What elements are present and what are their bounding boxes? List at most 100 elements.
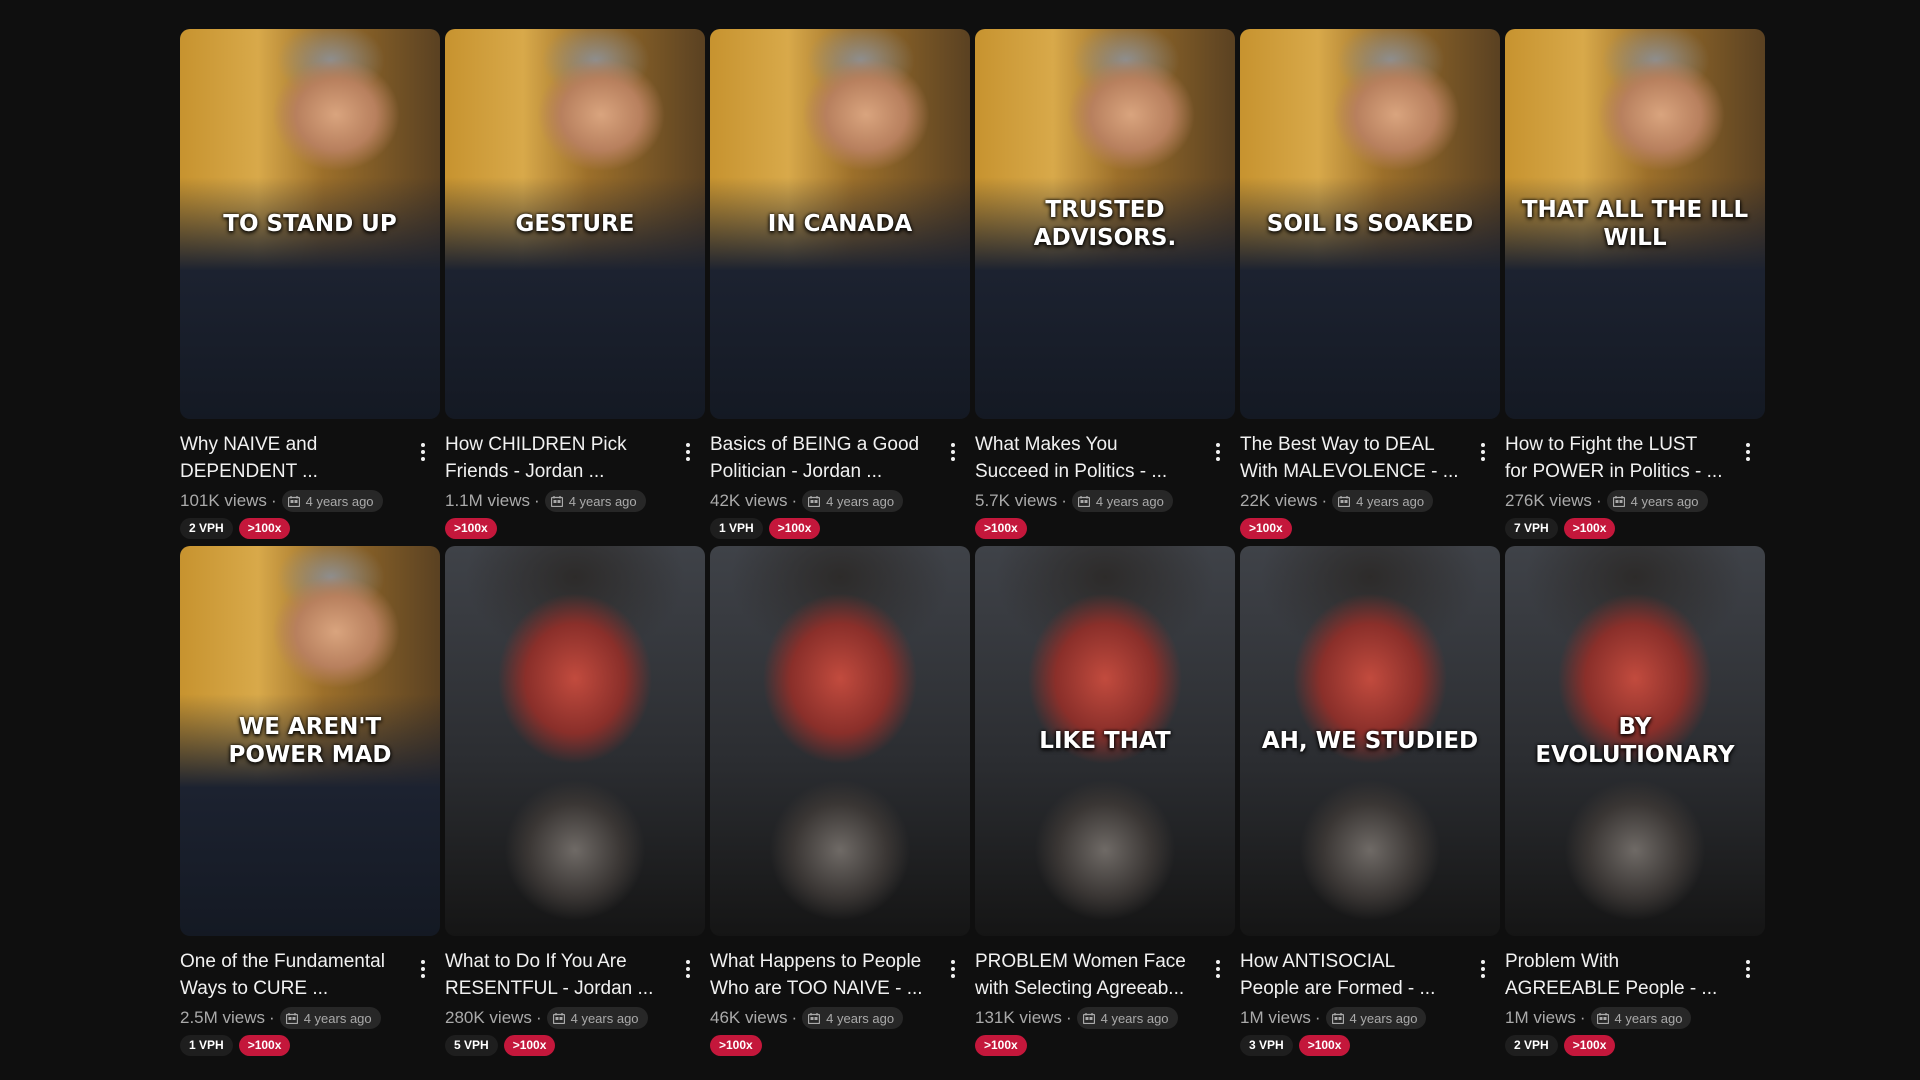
badge-row: >100x bbox=[975, 518, 1235, 539]
video-card[interactable]: TRUSTED ADVISORS. What Makes You Succeed… bbox=[975, 29, 1235, 546]
more-vert-icon[interactable] bbox=[1213, 960, 1223, 986]
upload-age: 4 years ago bbox=[303, 1010, 372, 1026]
thumbnail-caption: LIKE THAT bbox=[1039, 728, 1171, 754]
more-vert-icon[interactable] bbox=[1743, 960, 1753, 986]
more-vert-icon[interactable] bbox=[1478, 960, 1488, 986]
video-card[interactable]: LIKE THAT PROBLEM Women Face with Select… bbox=[975, 546, 1235, 1063]
age-pill: 4 years ago bbox=[802, 1007, 904, 1029]
video-title[interactable]: The Best Way to DEAL With MALEVOLENCE - … bbox=[1240, 431, 1462, 485]
badge-row: 7 VPH >100x bbox=[1505, 518, 1765, 539]
more-vert-icon[interactable] bbox=[1743, 443, 1753, 469]
more-vert-icon[interactable] bbox=[683, 960, 693, 986]
video-info: What Makes You Succeed in Politics - ...… bbox=[975, 419, 1235, 539]
video-title[interactable]: One of the Fundamental Ways to CURE ... bbox=[180, 948, 402, 1002]
video-meta: 101K views · 4 years ago bbox=[180, 490, 440, 512]
video-thumbnail[interactable]: AH, WE STUDIED bbox=[1240, 546, 1500, 936]
video-card[interactable]: SOIL IS SOAKED The Best Way to DEAL With… bbox=[1240, 29, 1500, 546]
meta-separator: · bbox=[1579, 1008, 1586, 1027]
outlier-badge: >100x bbox=[1563, 518, 1616, 539]
video-title[interactable]: How CHILDREN Pick Friends - Jordan ... bbox=[445, 431, 667, 485]
video-card[interactable]: THAT ALL THE ILL WILL How to Fight the L… bbox=[1505, 29, 1765, 546]
video-card[interactable]: TO STAND UP Why NAIVE and DEPENDENT ... … bbox=[180, 29, 440, 546]
video-info: Basics of BEING a Good Politician - Jord… bbox=[710, 419, 970, 539]
badge-row: 2 VPH >100x bbox=[180, 518, 440, 539]
more-vert-icon[interactable] bbox=[948, 960, 958, 986]
calendar-icon bbox=[808, 1012, 821, 1024]
calendar-icon bbox=[1331, 1012, 1344, 1024]
view-count: 2.5M views bbox=[180, 1008, 266, 1027]
video-card[interactable]: WE AREN'T POWER MAD One of the Fundament… bbox=[180, 546, 440, 1063]
video-thumbnail[interactable] bbox=[710, 546, 970, 936]
video-card[interactable]: AH, WE STUDIED How ANTISOCIAL People are… bbox=[1240, 546, 1500, 1063]
thumbnail-caption: GESTURE bbox=[515, 211, 635, 237]
upload-age: 4 years ago bbox=[1630, 493, 1699, 509]
upload-age: 4 years ago bbox=[570, 1010, 639, 1026]
video-thumbnail[interactable]: WE AREN'T POWER MAD bbox=[180, 546, 440, 936]
video-info: Why NAIVE and DEPENDENT ... 101K views ·… bbox=[180, 419, 440, 539]
video-title[interactable]: Why NAIVE and DEPENDENT ... bbox=[180, 431, 402, 485]
video-thumbnail[interactable]: TRUSTED ADVISORS. bbox=[975, 29, 1235, 419]
video-title[interactable]: PROBLEM Women Face with Selecting Agreea… bbox=[975, 948, 1197, 1002]
calendar-icon bbox=[1082, 1012, 1095, 1024]
upload-age: 4 years ago bbox=[305, 493, 374, 509]
more-vert-icon[interactable] bbox=[1478, 443, 1488, 469]
vph-badge: 7 VPH bbox=[1505, 518, 1558, 539]
meta-separator: · bbox=[269, 1008, 275, 1027]
more-vert-icon[interactable] bbox=[683, 443, 693, 469]
upload-age: 4 years ago bbox=[568, 493, 637, 509]
more-vert-icon[interactable] bbox=[418, 960, 428, 986]
badge-row: >100x bbox=[1240, 518, 1500, 539]
badge-row: 5 VPH >100x bbox=[445, 1035, 705, 1056]
video-title[interactable]: What Makes You Succeed in Politics - ... bbox=[975, 431, 1197, 485]
upload-age: 4 years ago bbox=[826, 1010, 895, 1026]
badge-row: 2 VPH >100x bbox=[1505, 1035, 1765, 1056]
video-card[interactable]: What to Do If You Are RESENTFUL - Jordan… bbox=[445, 546, 705, 1063]
video-card[interactable]: IN CANADA Basics of BEING a Good Politic… bbox=[710, 29, 970, 546]
age-pill: 4 years ago bbox=[1590, 1007, 1692, 1029]
meta-separator: · bbox=[534, 491, 540, 510]
video-title[interactable]: Basics of BEING a Good Politician - Jord… bbox=[710, 431, 932, 485]
badge-row: >100x bbox=[975, 1035, 1235, 1056]
view-count: 101K views bbox=[180, 491, 267, 510]
video-grid: TO STAND UP Why NAIVE and DEPENDENT ... … bbox=[180, 29, 1765, 1063]
video-thumbnail[interactable]: GESTURE bbox=[445, 29, 705, 419]
outlier-badge: >100x bbox=[1298, 1035, 1351, 1056]
video-card[interactable]: What Happens to People Who are TOO NAIVE… bbox=[710, 546, 970, 1063]
video-title[interactable]: What to Do If You Are RESENTFUL - Jordan… bbox=[445, 948, 667, 1002]
more-vert-icon[interactable] bbox=[948, 443, 958, 469]
video-card[interactable]: GESTURE How CHILDREN Pick Friends - Jord… bbox=[445, 29, 705, 546]
video-thumbnail[interactable]: LIKE THAT bbox=[975, 546, 1235, 936]
calendar-icon bbox=[287, 495, 300, 507]
more-vert-icon[interactable] bbox=[1213, 443, 1223, 469]
view-count: 280K views bbox=[445, 1008, 532, 1027]
video-thumbnail[interactable]: BY EVOLUTIONARY bbox=[1505, 546, 1765, 936]
vph-badge: 1 VPH bbox=[710, 518, 763, 539]
upload-age: 4 years ago bbox=[1095, 493, 1164, 509]
video-info: What Happens to People Who are TOO NAIVE… bbox=[710, 936, 970, 1056]
video-info: How to Fight the LUST for POWER in Polit… bbox=[1505, 419, 1765, 539]
upload-age: 4 years ago bbox=[1100, 1010, 1169, 1026]
video-title[interactable]: How ANTISOCIAL People are Formed - ... bbox=[1240, 948, 1462, 1002]
video-thumbnail[interactable]: IN CANADA bbox=[710, 29, 970, 419]
video-title[interactable]: How to Fight the LUST for POWER in Polit… bbox=[1505, 431, 1727, 485]
video-thumbnail[interactable]: TO STAND UP bbox=[180, 29, 440, 419]
age-pill: 4 years ago bbox=[1071, 490, 1173, 512]
video-title[interactable]: Problem With AGREEABLE People - ... bbox=[1505, 948, 1727, 1002]
vph-badge: 2 VPH bbox=[1505, 1035, 1558, 1056]
video-meta: 22K views · 4 years ago bbox=[1240, 490, 1500, 512]
more-vert-icon[interactable] bbox=[418, 443, 428, 469]
video-title[interactable]: What Happens to People Who are TOO NAIVE… bbox=[710, 948, 932, 1002]
video-thumbnail[interactable]: THAT ALL THE ILL WILL bbox=[1505, 29, 1765, 419]
outlier-badge: >100x bbox=[238, 518, 291, 539]
video-info: One of the Fundamental Ways to CURE ... … bbox=[180, 936, 440, 1056]
video-thumbnail[interactable]: SOIL IS SOAKED bbox=[1240, 29, 1500, 419]
meta-separator: · bbox=[1595, 491, 1602, 510]
thumbnail-caption: TO STAND UP bbox=[223, 211, 397, 237]
view-count: 22K views bbox=[1240, 491, 1318, 510]
video-info: What to Do If You Are RESENTFUL - Jordan… bbox=[445, 936, 705, 1056]
video-thumbnail[interactable] bbox=[445, 546, 705, 936]
vph-badge: 1 VPH bbox=[180, 1035, 233, 1056]
badge-row: 1 VPH >100x bbox=[180, 1035, 440, 1056]
video-card[interactable]: BY EVOLUTIONARY Problem With AGREEABLE P… bbox=[1505, 546, 1765, 1063]
age-pill: 4 years ago bbox=[1325, 1007, 1427, 1029]
